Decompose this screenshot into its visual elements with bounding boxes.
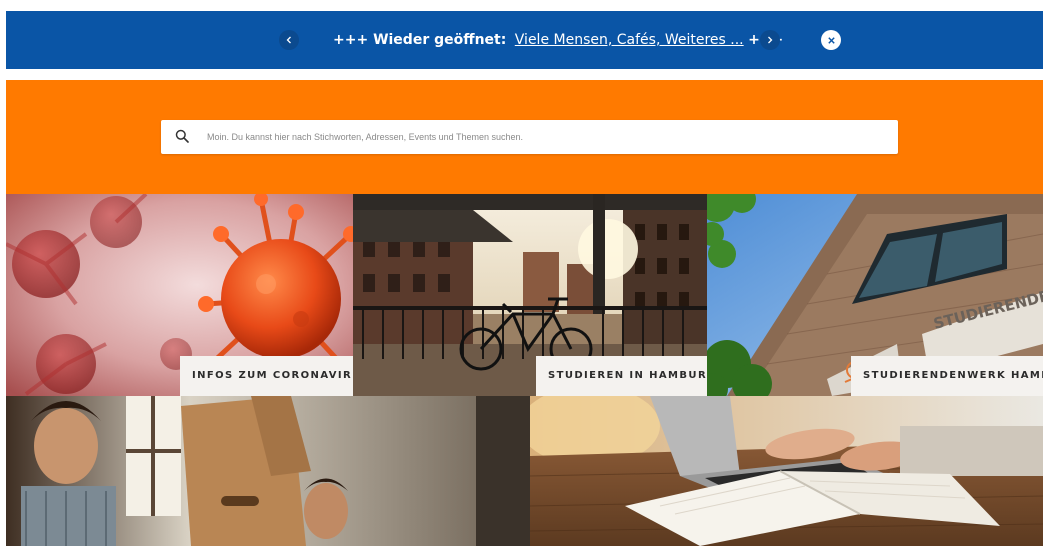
announcement-next-button[interactable] [760, 30, 780, 50]
tile-studieren-in-hamburg[interactable]: STUDIEREN IN HAMBURG [353, 194, 707, 396]
tile-studierendenwerk[interactable]: STUDIERENDEN STUDIERENDENWERK HAMBURG [707, 194, 1043, 396]
chevron-left-icon [286, 36, 291, 44]
announcement-close-button[interactable] [821, 30, 841, 50]
tile-studieren-caption[interactable]: STUDIEREN IN HAMBURG [536, 356, 707, 396]
chevron-right-icon [768, 36, 773, 44]
close-icon [827, 36, 835, 44]
tile-studying[interactable] [530, 396, 1043, 546]
announcement-prev-button[interactable] [279, 30, 299, 50]
tile-coronavirus-caption[interactable]: INFOS ZUM CORONAVIRUS [180, 356, 353, 396]
announcement-link[interactable]: Viele Mensen, Cafés, Weiteres ... [515, 32, 744, 48]
announcement-bar: +++ Wieder geöffnet: Viele Mensen, Cafés… [6, 11, 1043, 69]
announcement-message: +++ Wieder geöffnet: Viele Mensen, Cafés… [333, 30, 783, 50]
moving-boxes-image [6, 396, 530, 546]
tile-moving[interactable] [6, 396, 530, 546]
tile-coronavirus[interactable]: INFOS ZUM CORONAVIRUS [6, 194, 353, 396]
tile-studierendenwerk-caption[interactable]: STUDIERENDENWERK HAMBURG [851, 356, 1043, 396]
laptop-book-image [530, 396, 1043, 546]
search-input[interactable] [207, 120, 887, 154]
search-box[interactable] [161, 120, 898, 154]
search-icon [175, 129, 189, 143]
search-band [6, 80, 1043, 194]
announcement-prefix: +++ Wieder geöffnet: [333, 32, 507, 48]
